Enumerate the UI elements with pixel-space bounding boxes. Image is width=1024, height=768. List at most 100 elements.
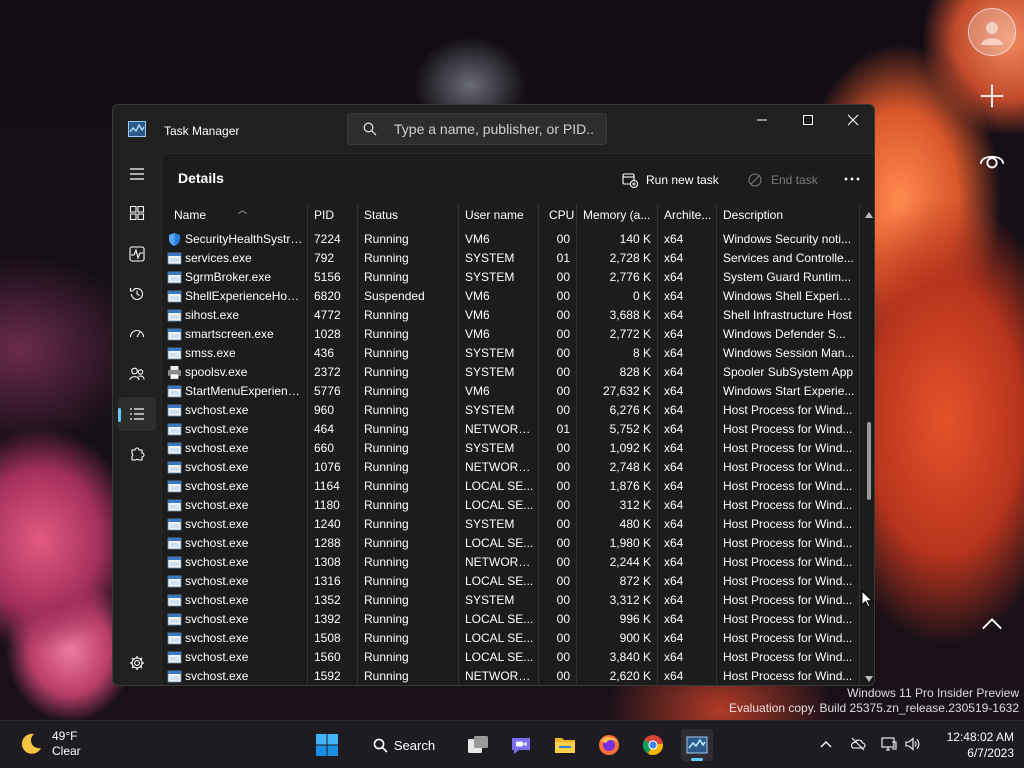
table-row[interactable]: svchost.exe 1180 Running LOCAL SE... 00 312 K… — [162, 496, 862, 515]
volume-button[interactable] — [901, 733, 923, 755]
search-input[interactable] — [394, 121, 594, 137]
table-row[interactable]: StartMenuExperienc... 5776 Running VM6 00 27,… — [162, 382, 862, 401]
table-row[interactable]: svchost.exe 1392 Running LOCAL SE... 00 996 K… — [162, 610, 862, 629]
nav-processes[interactable] — [118, 196, 156, 230]
chrome-button[interactable] — [637, 729, 669, 761]
table-row[interactable]: svchost.exe 1352 Running SYSTEM 00 3,312 K x64… — [162, 591, 862, 610]
cell-description: Shell Infrastructure Host — [723, 308, 852, 322]
file-explorer-button[interactable] — [549, 729, 581, 761]
column-header-status[interactable]: Status — [358, 204, 458, 230]
nav-app-history[interactable] — [118, 277, 156, 311]
table-row[interactable]: svchost.exe 660 Running SYSTEM 00 1,092 K x64 H… — [162, 439, 862, 458]
column-header-description[interactable]: Description — [717, 204, 859, 230]
more-options-button[interactable] — [840, 166, 864, 192]
table-row[interactable]: svchost.exe 1592 Running NETWORK... 00 2,620 … — [162, 667, 862, 685]
speedometer-icon — [129, 329, 145, 338]
table-row[interactable]: services.exe 792 Running SYSTEM 01 2,728 K x64… — [162, 249, 862, 268]
table-row[interactable]: svchost.exe 464 Running NETWORK... 01 5,752 K… — [162, 420, 862, 439]
moon-icon — [21, 733, 41, 754]
cell-cpu: 00 — [556, 308, 570, 322]
nav-users[interactable] — [118, 357, 156, 391]
table-row[interactable]: smartscreen.exe 1028 Running VM6 00 2,772 K x6… — [162, 325, 862, 344]
table-row[interactable]: svchost.exe 1240 Running SYSTEM 00 480 K x64 Ho… — [162, 515, 862, 534]
cell-status: Running — [364, 365, 409, 379]
nav-details[interactable] — [118, 397, 156, 431]
table-row[interactable]: svchost.exe 1508 Running LOCAL SE... 00 900 K… — [162, 629, 862, 648]
network-icon — [881, 737, 897, 751]
start-button[interactable] — [311, 729, 343, 761]
hamburger-menu-button[interactable] — [118, 157, 156, 191]
cell-user-name: SYSTEM — [465, 593, 515, 607]
cell-status: Running — [364, 422, 409, 436]
clock-time: 12:48:02 AM — [946, 730, 1014, 744]
cell-cpu: 00 — [556, 479, 570, 493]
table-row[interactable]: SecurityHealthSystra... 7224 Running VM6 00 1… — [162, 230, 862, 249]
nav-performance[interactable] — [118, 237, 156, 271]
cell-name: svchost.exe — [185, 460, 249, 474]
table-row[interactable]: svchost.exe 1076 Running NETWORK... 00 2,748 … — [162, 458, 862, 477]
title-bar[interactable]: Task Manager — [113, 105, 874, 153]
nav-settings[interactable] — [118, 646, 156, 680]
table-row[interactable]: sihost.exe 4772 Running VM6 00 3,688 K x64 Shel… — [162, 306, 862, 325]
cell-description: Host Process for Wind... — [723, 555, 853, 569]
cell-description: Windows Shell Experie... — [723, 289, 856, 303]
table-row[interactable]: smss.exe 436 Running SYSTEM 00 8 K x64 Windows … — [162, 344, 862, 363]
cell-memory: 480 K — [619, 517, 651, 531]
task-view-button[interactable] — [462, 729, 494, 761]
table-row[interactable]: svchost.exe 960 Running SYSTEM 00 6,276 K x64 H… — [162, 401, 862, 420]
table-row[interactable]: svchost.exe 1560 Running LOCAL SE... 00 3,840… — [162, 648, 862, 667]
minimize-icon — [757, 119, 767, 121]
column-header-pid[interactable]: PID — [308, 204, 356, 230]
cell-pid: 1028 — [314, 327, 341, 341]
puzzle-icon — [131, 447, 145, 461]
cell-name: services.exe — [185, 251, 252, 265]
scroll-down-arrow-icon[interactable] — [864, 674, 874, 684]
gear-icon — [130, 656, 144, 670]
table-row[interactable]: SgrmBroker.exe 5156 Running SYSTEM 00 2,776 K… — [162, 268, 862, 287]
visual-search-button[interactable] — [976, 146, 1008, 174]
end-task-button[interactable]: End task — [747, 165, 818, 195]
cell-cpu: 00 — [556, 555, 570, 569]
nav-startup-apps[interactable] — [118, 317, 156, 351]
cell-description: Services and Controlle... — [723, 251, 854, 265]
column-header-architecture[interactable]: Archite... — [658, 204, 716, 230]
run-new-task-button[interactable]: Run new task — [622, 165, 719, 195]
cell-architecture: x64 — [664, 574, 684, 588]
network-button[interactable] — [878, 733, 900, 755]
maximize-button[interactable] — [785, 105, 831, 135]
weather-widget[interactable]: 49°F Clear — [18, 729, 81, 759]
close-button[interactable] — [830, 105, 874, 135]
column-header-user-name[interactable]: User name — [459, 204, 538, 230]
column-header-cpu[interactable]: CPU — [539, 204, 576, 230]
scrollbar-thumb[interactable] — [867, 422, 871, 500]
cell-name: svchost.exe — [185, 498, 249, 512]
vertical-scrollbar[interactable] — [862, 204, 874, 685]
task-manager-taskbar-button[interactable] — [681, 729, 713, 761]
nav-services[interactable] — [118, 437, 156, 471]
table-row[interactable]: spoolsv.exe 2372 Running SYSTEM 00 828 K x64 Sp… — [162, 363, 862, 382]
column-header-name[interactable]: Name ︿ — [168, 204, 306, 230]
table-row[interactable]: svchost.exe 1288 Running LOCAL SE... 00 1,980… — [162, 534, 862, 553]
minimize-button[interactable] — [739, 105, 785, 135]
system-clock[interactable]: 12:48:02 AM 6/7/2023 — [930, 729, 1014, 761]
taskbar-search-button[interactable]: Search — [364, 729, 444, 761]
search-box[interactable] — [347, 113, 607, 145]
table-row[interactable]: ShellExperienceHost.... 6820 Suspended VM6 0… — [162, 287, 862, 306]
scroll-up-button[interactable] — [978, 612, 1006, 636]
onedrive-button[interactable] — [847, 733, 869, 755]
table-row[interactable]: svchost.exe 1164 Running LOCAL SE... 00 1,876… — [162, 477, 862, 496]
cell-pid: 1316 — [314, 574, 341, 588]
table-row[interactable]: svchost.exe 1308 Running NETWORK... 00 2,244 … — [162, 553, 862, 572]
column-header-memory[interactable]: Memory (a... — [577, 204, 657, 230]
user-avatar[interactable] — [968, 8, 1016, 56]
cell-user-name: LOCAL SE... — [465, 574, 534, 588]
scroll-up-arrow-icon[interactable] — [864, 210, 874, 220]
add-widget-button[interactable] — [976, 80, 1008, 112]
firefox-button[interactable] — [593, 729, 625, 761]
cell-pid: 7224 — [314, 232, 341, 246]
chat-app-button[interactable] — [505, 729, 537, 761]
cell-architecture: x64 — [664, 631, 684, 645]
show-hidden-icons-button[interactable] — [815, 733, 837, 755]
chat-camera-icon — [512, 738, 530, 754]
table-row[interactable]: svchost.exe 1316 Running LOCAL SE... 00 872 K… — [162, 572, 862, 591]
